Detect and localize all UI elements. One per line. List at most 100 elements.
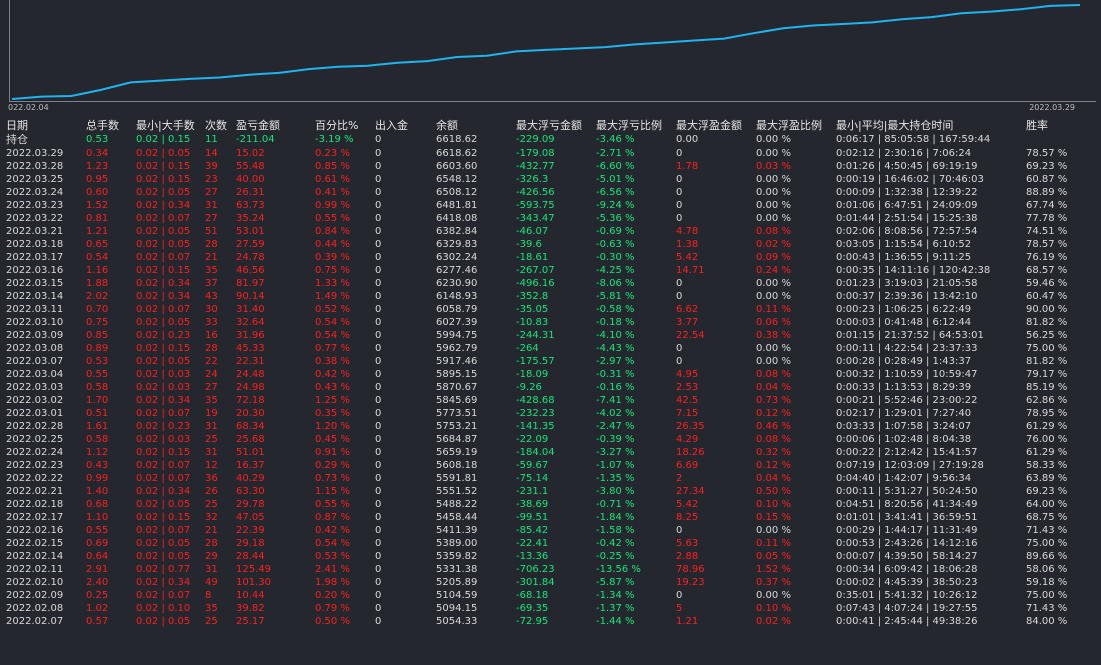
cell-date: 2022.02.10 <box>6 577 64 588</box>
cell-mfpr: 0.00 % <box>756 590 791 601</box>
cell-date: 2022.02.09 <box>6 590 64 601</box>
cell-win: 71.43 % <box>1026 603 1068 614</box>
cell-date: 2022.02.23 <box>6 460 64 471</box>
cell-win: 77.78 % <box>1026 213 1068 224</box>
cell-minmax: 0.02 | 0.03 <box>136 382 191 393</box>
cell-inout: 0 <box>375 200 382 211</box>
cell-hold: 0:00:03 | 0:41:48 | 6:12:44 <box>836 317 972 328</box>
cell-inout: 0 <box>375 369 382 380</box>
cell-win: 76.00 % <box>1026 434 1068 445</box>
cell-mfp: 1.38 <box>676 239 699 250</box>
cell-count: 23 <box>205 174 218 185</box>
cell-profit: 63.73 <box>236 200 265 211</box>
header-hold-time: 最小|平均|最大持仓时间 <box>836 119 954 132</box>
cell-lots: 0.55 <box>86 369 109 380</box>
position-label: 持仓 <box>6 133 28 146</box>
cell-inout: 0 <box>375 499 382 510</box>
table-row: 2022.02.15 0.69 0.02 | 0.05 28 29.18 0.54 % 0 5… <box>0 537 1101 550</box>
cell-balance: 5684.87 <box>436 434 478 445</box>
cell-inout: 0 <box>375 512 382 523</box>
table-row: 2022.03.10 0.75 0.02 | 0.05 33 32.64 0.54 % 0 6… <box>0 316 1101 329</box>
cell-balance: 6277.46 <box>436 265 478 276</box>
cell-count: 25 <box>205 616 218 627</box>
cell-mfl: -432.77 <box>516 161 555 172</box>
equity-chart <box>9 0 1096 102</box>
cell-balance: 6027.39 <box>436 317 478 328</box>
cell-profit: 32.64 <box>236 317 265 328</box>
cell-lots: 0.81 <box>86 213 109 224</box>
cell-mfl: -428.68 <box>516 395 555 406</box>
cell-mfl: -231.1 <box>516 486 549 497</box>
cell-lots: 0.60 <box>86 187 109 198</box>
cell-inout: 0 <box>375 187 382 198</box>
table-header-row: 日期 总手数 最小|大手数 次数 盈亏金额 百分比% 出入金 余额 最大浮亏金额… <box>0 118 1101 133</box>
table-row: 2022.03.22 0.81 0.02 | 0.07 27 35.24 0.55 % 0 6… <box>0 212 1101 225</box>
table-row: 2022.02.08 1.02 0.02 | 0.10 35 39.82 0.79 % 0 5… <box>0 602 1101 615</box>
cell-minmax: 0.02 | 0.07 <box>136 252 191 263</box>
cell-mflr: -5.87 % <box>596 577 635 588</box>
cell-win: 75.00 % <box>1026 590 1068 601</box>
cell-percent: 0.50 % <box>315 616 350 627</box>
cell-mfl: -141.35 <box>516 421 555 432</box>
cell-profit: 10.44 <box>236 590 265 601</box>
cell-mfpr: 0.08 % <box>756 434 791 445</box>
cell-mflr: -9.24 % <box>596 200 635 211</box>
cell-win: 75.00 % <box>1026 343 1068 354</box>
cell-balance: 5094.15 <box>436 603 478 614</box>
cell-mflr: -13.56 % <box>596 564 641 575</box>
cell-profit: 40.29 <box>236 473 265 484</box>
cell-percent: 0.38 % <box>315 356 350 367</box>
cell-mfp: 3.77 <box>676 317 699 328</box>
cell-profit: 29.78 <box>236 499 265 510</box>
cell-balance: 5845.69 <box>436 395 478 406</box>
cell-balance: 5994.75 <box>436 330 478 341</box>
table-row: 2022.02.07 0.57 0.02 | 0.05 25 25.17 0.50 % 0 5… <box>0 615 1101 628</box>
cell-mfl: -39.6 <box>516 239 542 250</box>
cell-count: 28 <box>205 343 218 354</box>
cell-percent: 0.75 % <box>315 265 350 276</box>
cell-date: 2022.03.24 <box>6 187 64 198</box>
cell-hold: 0:00:53 | 2:43:26 | 14:12:16 <box>836 538 978 549</box>
cell-hold: 0:00:34 | 6:09:42 | 18:06:28 <box>836 564 978 575</box>
cell-percent: 0.23 % <box>315 148 350 159</box>
cell-mfl: -267.07 <box>516 265 555 276</box>
cell-percent: 0.61 % <box>315 174 350 185</box>
cell-mfl: -68.18 <box>516 590 549 601</box>
header-minmax-lots: 最小|大手数 <box>136 119 195 132</box>
cell-minmax: 0.02 | 0.34 <box>136 278 191 289</box>
cell-lots: 1.02 <box>86 603 109 614</box>
position-balance: 6618.62 <box>436 134 478 145</box>
cell-mflr: -1.35 % <box>596 473 635 484</box>
cell-mfpr: 1.52 % <box>756 564 791 575</box>
cell-win: 58.33 % <box>1026 460 1068 471</box>
cell-balance: 5870.67 <box>436 382 478 393</box>
cell-mfl: -72.95 <box>516 616 549 627</box>
cell-percent: 1.49 % <box>315 291 350 302</box>
position-mfl: -229.09 <box>516 134 555 145</box>
cell-mfpr: 0.00 % <box>756 187 791 198</box>
cell-mflr: -3.80 % <box>596 486 635 497</box>
cell-mfpr: 0.00 % <box>756 291 791 302</box>
cell-count: 51 <box>205 226 218 237</box>
cell-profit: 53.01 <box>236 226 265 237</box>
position-lots: 0.53 <box>86 134 109 145</box>
cell-mfpr: 0.10 % <box>756 603 791 614</box>
cell-lots: 1.70 <box>86 395 109 406</box>
cell-inout: 0 <box>375 174 382 185</box>
cell-hold: 0:00:19 | 16:46:02 | 70:46:03 <box>836 174 984 185</box>
cell-minmax: 0.02 | 0.05 <box>136 538 191 549</box>
cell-count: 12 <box>205 460 218 471</box>
cell-mfp: 0 <box>676 148 683 159</box>
cell-percent: 0.85 % <box>315 161 350 172</box>
cell-balance: 5054.33 <box>436 616 478 627</box>
cell-profit: 45.33 <box>236 343 265 354</box>
cell-date: 2022.03.07 <box>6 356 64 367</box>
cell-lots: 0.68 <box>86 499 109 510</box>
header-lots: 总手数 <box>86 119 119 132</box>
cell-count: 28 <box>205 239 218 250</box>
cell-hold: 0:02:17 | 1:29:01 | 7:27:40 <box>836 408 972 419</box>
cell-mfl: -175.57 <box>516 356 555 367</box>
cell-win: 76.19 % <box>1026 252 1068 263</box>
table-row: 2022.03.01 0.51 0.02 | 0.07 19 20.30 0.35 % 0 5… <box>0 407 1101 420</box>
cell-profit: 81.97 <box>236 278 265 289</box>
